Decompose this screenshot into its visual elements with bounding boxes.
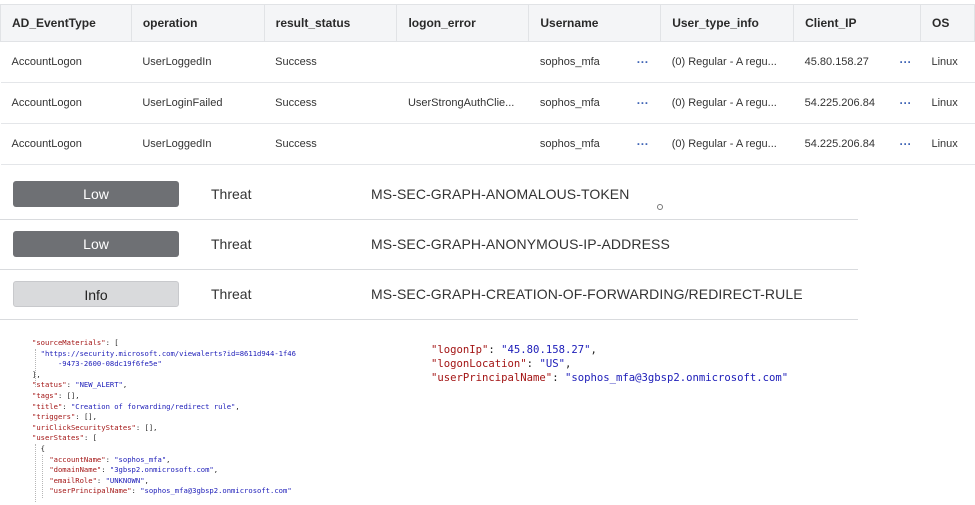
json-snippet-right: "logonIp": "45.80.158.27", "logonLocatio… [431, 344, 789, 384]
alert-name[interactable]: MS-SEC-GRAPH-ANOMALOUS-TOKEN [371, 170, 629, 219]
json-key: "userPrincipalName" [431, 371, 553, 384]
cell-os: Linux [920, 123, 975, 165]
cell-client-ip: 54.225.206.84 [793, 123, 889, 165]
json-punct: [], [144, 422, 158, 432]
cell-ad-eventtype: AccountLogon [0, 82, 132, 124]
json-string: "sophos_mfa" [114, 454, 167, 464]
cell-result-status: Success [264, 123, 397, 165]
severity-badge: Low [13, 231, 179, 257]
client-ip-more-button[interactable]: ··· [888, 123, 921, 165]
cell-user-type-info: (0) Regular - A regu... [660, 41, 794, 83]
cell-os: Linux [920, 82, 975, 124]
cell-result-status: Success [264, 41, 397, 83]
username-more-button[interactable]: ··· [625, 41, 661, 83]
cell-operation: UserLoginFailed [131, 82, 265, 124]
cell-logon-error [396, 41, 529, 83]
json-key: "uriClickSecurityStates" [32, 422, 136, 432]
username-more-button[interactable]: ··· [625, 123, 661, 165]
table-header-row: AD_EventType operation result_status log… [0, 4, 975, 42]
table-row[interactable]: AccountLogon UserLoggedIn Success sophos… [0, 41, 975, 83]
cell-os: Linux [920, 41, 975, 83]
more-icon[interactable]: ··· [900, 137, 912, 151]
cell-user-type-info: (0) Regular - A regu... [660, 82, 794, 124]
json-string: "45.80.158.27" [501, 344, 591, 356]
alert-name[interactable]: MS-SEC-GRAPH-ANONYMOUS-IP-ADDRESS [371, 220, 670, 269]
cell-username: sophos_mfa [528, 123, 626, 165]
json-punct: [], [83, 412, 97, 422]
alert-type: Threat [211, 186, 252, 202]
username-more-button[interactable]: ··· [625, 82, 661, 124]
cell-client-ip: 45.80.158.27 [793, 41, 889, 83]
cell-operation: UserLoggedIn [131, 123, 265, 165]
json-key: "sourceMaterials" [32, 338, 106, 347]
cell-operation: UserLoggedIn [131, 41, 265, 83]
cursor-ring-icon [657, 204, 663, 210]
alert-type: Threat [211, 286, 252, 302]
alert-list: Low Threat MS-SEC-GRAPH-ANOMALOUS-TOKEN … [0, 170, 858, 320]
json-punct: [ [92, 433, 97, 443]
more-icon[interactable]: ··· [637, 96, 649, 110]
cell-client-ip: 54.225.206.84 [793, 82, 889, 124]
cell-username: sophos_mfa [528, 41, 626, 83]
cell-ad-eventtype: AccountLogon [0, 41, 132, 83]
json-key: "accountName" [49, 454, 106, 464]
col-header-user-type-info[interactable]: User_type_info [660, 4, 795, 42]
json-string: "Creation of forwarding/redirect rule" [70, 401, 236, 411]
json-key: "title" [32, 401, 63, 411]
severity-badge: Low [13, 181, 179, 207]
col-header-result-status[interactable]: result_status [263, 4, 398, 42]
col-header-username[interactable]: Username [528, 4, 662, 42]
json-snippet-left: "sourceMaterials": [ "https://security.m… [32, 338, 296, 496]
cell-user-type-info: (0) Regular - A regu... [660, 123, 794, 165]
json-string: "US" [539, 357, 565, 370]
json-key: "logonLocation" [431, 357, 527, 370]
col-header-ad-eventtype[interactable]: AD_EventType [0, 4, 132, 42]
cell-logon-error [396, 123, 529, 165]
alert-row[interactable]: Low Threat MS-SEC-GRAPH-ANOMALOUS-TOKEN [0, 170, 858, 220]
table-row[interactable]: AccountLogon UserLoginFailed Success Use… [0, 82, 975, 124]
json-string: "UNKNOWN" [105, 475, 145, 485]
client-ip-more-button[interactable]: ··· [888, 41, 921, 83]
col-header-os[interactable]: OS [920, 4, 975, 42]
json-key: "domainName" [49, 465, 102, 475]
json-string: "https://security.microsoft.com/viewaler… [40, 348, 296, 358]
alert-type: Threat [211, 236, 252, 252]
json-key: "logonIp" [431, 344, 489, 356]
severity-badge: Info [13, 281, 179, 307]
alert-row[interactable]: Low Threat MS-SEC-GRAPH-ANONYMOUS-IP-ADD… [0, 220, 858, 270]
col-header-operation[interactable]: operation [130, 4, 265, 42]
client-ip-more-button[interactable]: ··· [888, 82, 921, 124]
cell-result-status: Success [264, 82, 397, 124]
col-header-logon-error[interactable]: logon_error [396, 4, 530, 42]
col-header-client-ip[interactable]: Client_IP [793, 4, 921, 42]
more-icon[interactable]: ··· [900, 55, 912, 69]
json-key: "status" [32, 380, 67, 390]
more-icon[interactable]: ··· [900, 96, 912, 110]
cell-username: sophos_mfa [528, 82, 626, 124]
json-string: -9473-2600-08dc19f6fe5e" [57, 359, 162, 369]
table-row[interactable]: AccountLogon UserLoggedIn Success sophos… [0, 123, 975, 165]
json-key: "triggers" [32, 412, 76, 422]
json-key: "userStates" [32, 433, 84, 443]
json-punct: ], [32, 369, 41, 379]
more-icon[interactable]: ··· [637, 137, 649, 151]
results-table: AD_EventType operation result_status log… [0, 4, 975, 165]
json-key: "tags" [32, 390, 58, 400]
json-key: "userPrincipalName" [49, 486, 132, 496]
json-string: "NEW_ALERT" [75, 380, 123, 390]
alert-name[interactable]: MS-SEC-GRAPH-CREATION-OF-FORWARDING/REDI… [371, 270, 803, 319]
cell-ad-eventtype: AccountLogon [0, 123, 132, 165]
json-punct: { [40, 443, 45, 453]
more-icon[interactable]: ··· [637, 55, 649, 69]
cell-logon-error: UserStrongAuthClie... [396, 82, 529, 124]
json-punct: : [ [105, 338, 119, 347]
json-key: "emailRole" [49, 475, 97, 485]
json-punct: [], [66, 390, 80, 400]
json-string: "sophos_mfa@3gbsp2.onmicrosoft.com" [140, 486, 292, 496]
alert-row[interactable]: Info Threat MS-SEC-GRAPH-CREATION-OF-FOR… [0, 270, 858, 320]
json-string: "3gbsp2.onmicrosoft.com" [109, 465, 214, 475]
json-string: "sophos_mfa@3gbsp2.onmicrosoft.com" [564, 371, 789, 384]
